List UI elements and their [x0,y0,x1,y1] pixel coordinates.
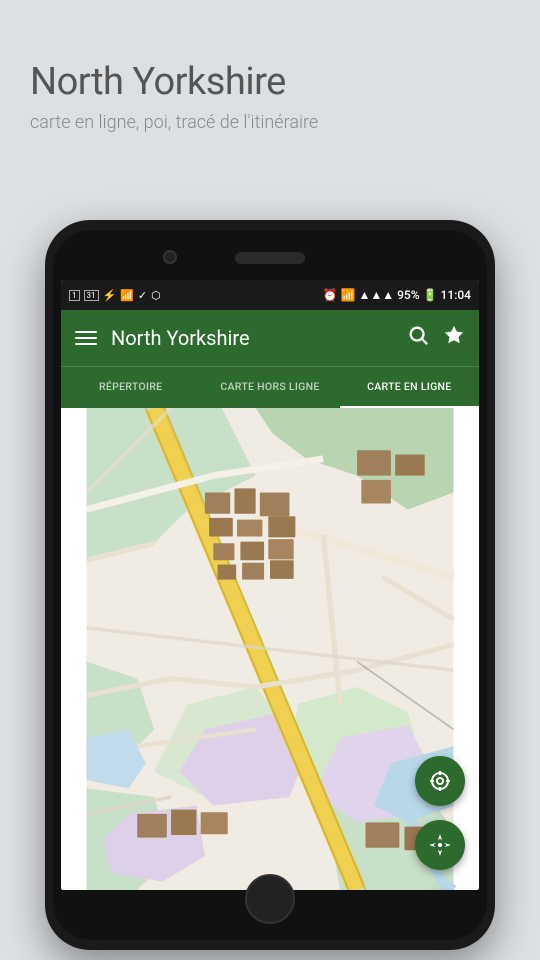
phone-frame: 1 31 ⚡ 📶 ✓ ⬡ ⏰ 📶 ▲▲▲ 95% 🔋 11:04 [45,220,495,950]
battery-icon: 🔋 [423,288,438,302]
toolbar-title: North Yorkshire [111,326,393,350]
status-icon-1: 1 [69,290,80,301]
battery-percent: 95% [397,288,419,302]
phone-speaker [235,252,305,264]
locate-button[interactable] [415,756,465,806]
top-text-area: North Yorkshire carte en ligne, poi, tra… [30,60,510,133]
fab-container [415,756,465,870]
app-subtitle: carte en ligne, poi, tracé de l'itinérai… [30,112,510,133]
tab-en-ligne-label: CARTE EN LIGNE [367,380,451,393]
android-icon: ⬡ [151,289,161,302]
status-icon-2: 31 [84,290,99,301]
signal-icon: 📶 [120,289,134,302]
phone-home-button[interactable] [245,874,295,924]
status-left: 1 31 ⚡ 📶 ✓ ⬡ [69,289,161,302]
phone-camera [163,250,177,264]
menu-button[interactable] [75,331,97,345]
app-toolbar: North Yorkshire [61,310,479,366]
tab-hors-ligne-label: CARTE HORS LIGNE [220,380,319,393]
usb-icon: ⚡ [103,289,117,302]
app-title: North Yorkshire [30,60,510,104]
tab-repertoire[interactable]: RÉPERTOIRE [61,367,200,408]
phone-inner: 1 31 ⚡ 📶 ✓ ⬡ ⏰ 📶 ▲▲▲ 95% 🔋 11:04 [53,230,487,940]
status-right: ⏰ 📶 ▲▲▲ 95% 🔋 11:04 [323,288,471,302]
signal-bars: ▲▲▲ [358,288,394,302]
tab-repertoire-label: RÉPERTOIRE [99,380,162,393]
map-area [61,408,479,890]
clock: 11:04 [441,288,471,302]
move-button[interactable] [415,820,465,870]
check-icon: ✓ [138,289,147,302]
wifi-icon: 📶 [341,288,356,302]
tab-en-ligne[interactable]: CARTE EN LIGNE [340,367,479,408]
search-button[interactable] [407,324,429,352]
star-button[interactable] [443,324,465,352]
status-bar: 1 31 ⚡ 📶 ✓ ⬡ ⏰ 📶 ▲▲▲ 95% 🔋 11:04 [61,280,479,310]
tab-hors-ligne[interactable]: CARTE HORS LIGNE [200,367,339,408]
phone-screen: 1 31 ⚡ 📶 ✓ ⬡ ⏰ 📶 ▲▲▲ 95% 🔋 11:04 [61,280,479,890]
tab-bar: RÉPERTOIRE CARTE HORS LIGNE CARTE EN LIG… [61,366,479,408]
alarm-icon: ⏰ [323,288,338,302]
